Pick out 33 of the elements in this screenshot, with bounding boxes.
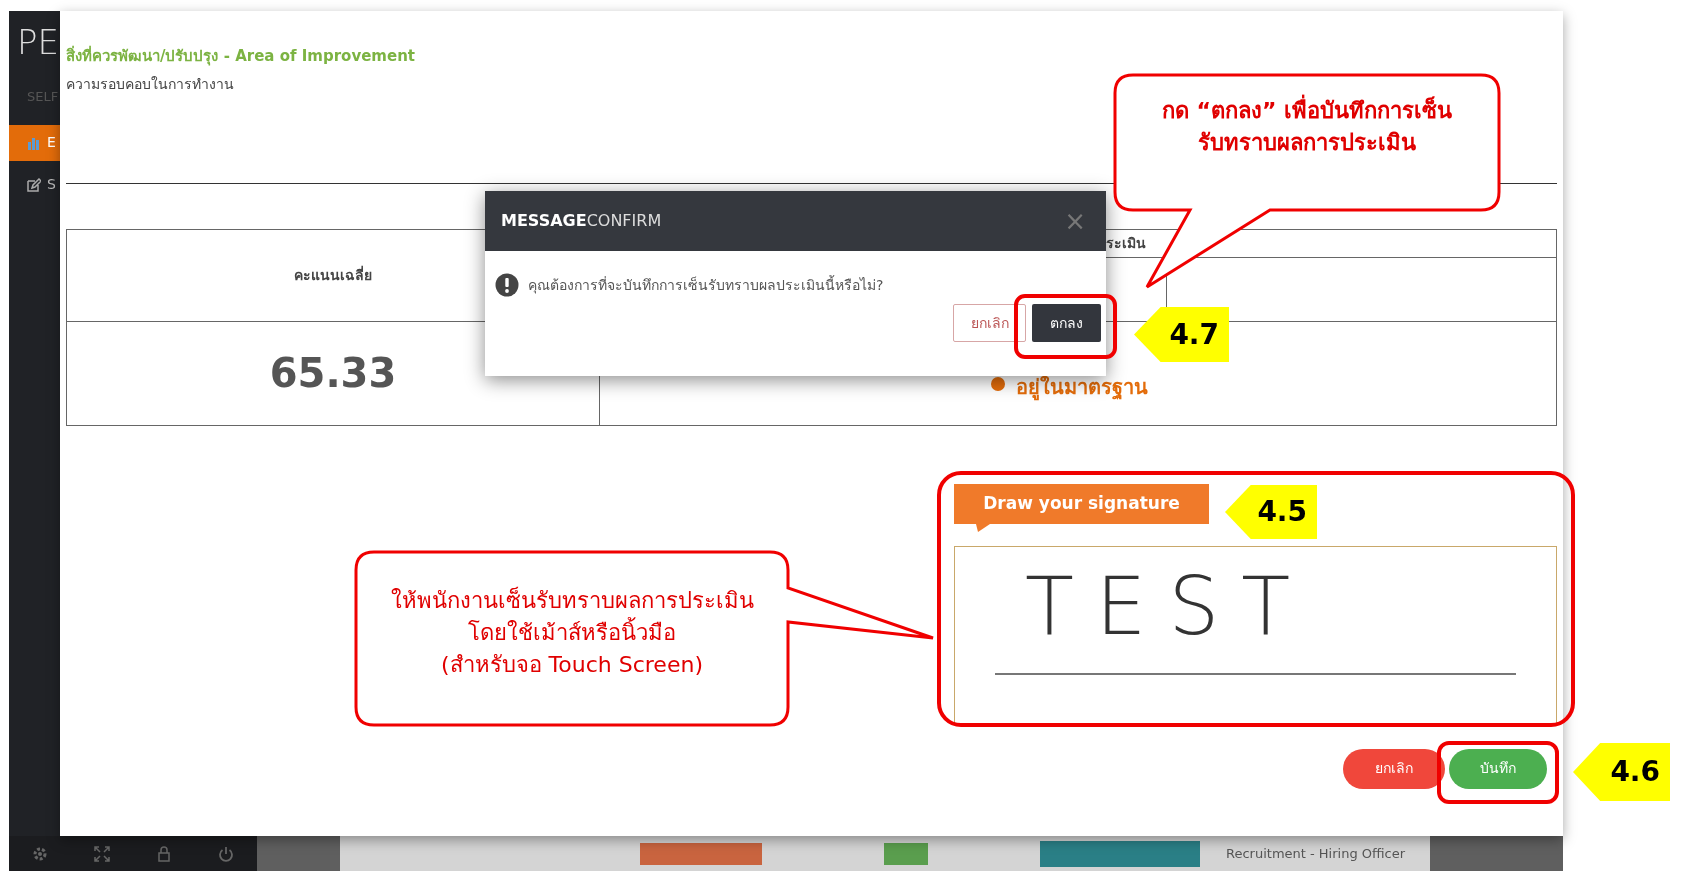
signature-drawing: TEST [1024,566,1314,647]
tab-pointer-icon [976,523,990,532]
ok-button[interactable]: ตกลง [1032,304,1101,342]
status-tag [884,842,928,865]
callout-text: กด “ตกลง” เพื่อบันทึกการเซ็น รับทราบผลการประเมิน [1115,95,1499,159]
role-text: Recruitment - Hiring Officer [1226,844,1406,863]
column-header: คะแนนเฉลี่ย [294,264,372,285]
step-label: 4.6 [1573,743,1670,801]
status-dot-icon [990,375,1006,392]
settings-icon[interactable] [32,845,48,862]
power-icon[interactable] [218,845,234,862]
lock-icon[interactable] [156,845,172,862]
result-text: อยู่ในมาตรฐาน [1016,373,1148,402]
dialog-title: MESSAGECONFIRM [501,210,662,232]
callout-text: ให้พนักงานเซ็นรับทราบผลการประเมิน โดยใช้เม้าส์หรือนิ้วมือ (สำหรับจอ Touch Screen) [389,585,755,679]
action-button[interactable] [1040,840,1200,867]
dialog-message: คุณต้องการที่จะบันทึกการเซ็นรับทราบผลประเมินนี้หรือไม่? [528,274,884,296]
edit-icon [27,177,41,192]
save-button[interactable]: บันทึก [1449,748,1547,789]
column-header: ระเมิน [1106,233,1146,253]
signature-pad[interactable]: TEST [954,545,1557,725]
cancel-button[interactable]: ยกเลิก [953,304,1026,342]
chart-icon [27,135,41,150]
cancel-button[interactable]: ยกเลิก [1343,748,1445,789]
expand-icon[interactable] [94,845,110,862]
score-value: 65.33 [269,349,397,398]
section-text: ความรอบคอบในการทำงาน [66,74,235,94]
section-title: สิ่งที่ควรพัฒนา/ปรับปรุง - Area of Improvement [66,45,416,68]
logo-text: PE [16,21,60,59]
alert-icon [495,273,519,297]
sidebar-item[interactable]: E [9,124,60,161]
close-button[interactable]: × [1058,200,1092,242]
sidebar-item[interactable]: S [9,166,60,203]
